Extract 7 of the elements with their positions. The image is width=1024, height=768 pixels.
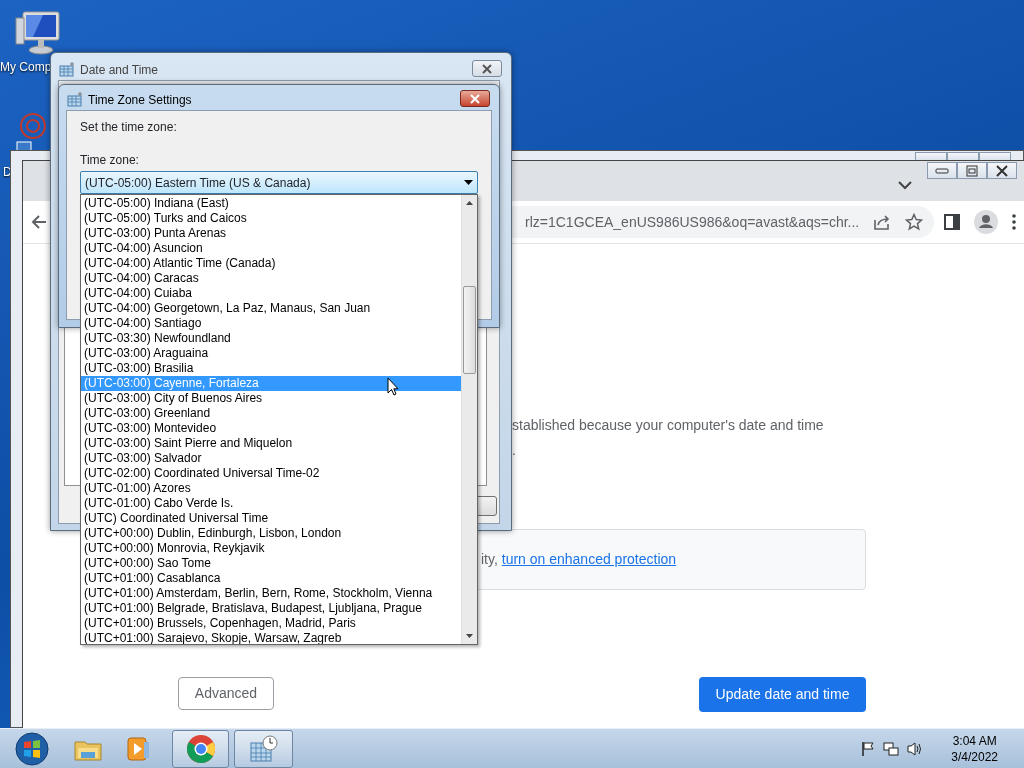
notice-text: ity, <box>481 550 499 569</box>
prompt-text: Set the time zone: <box>80 119 177 136</box>
message-text: . <box>512 441 516 460</box>
dialog-title: Time Zone Settings <box>88 92 192 109</box>
message-text: stablished because your computer's date and time <box>512 416 824 435</box>
window-title: Date and Time <box>80 62 159 79</box>
field-label: Time zone: <box>80 152 139 169</box>
